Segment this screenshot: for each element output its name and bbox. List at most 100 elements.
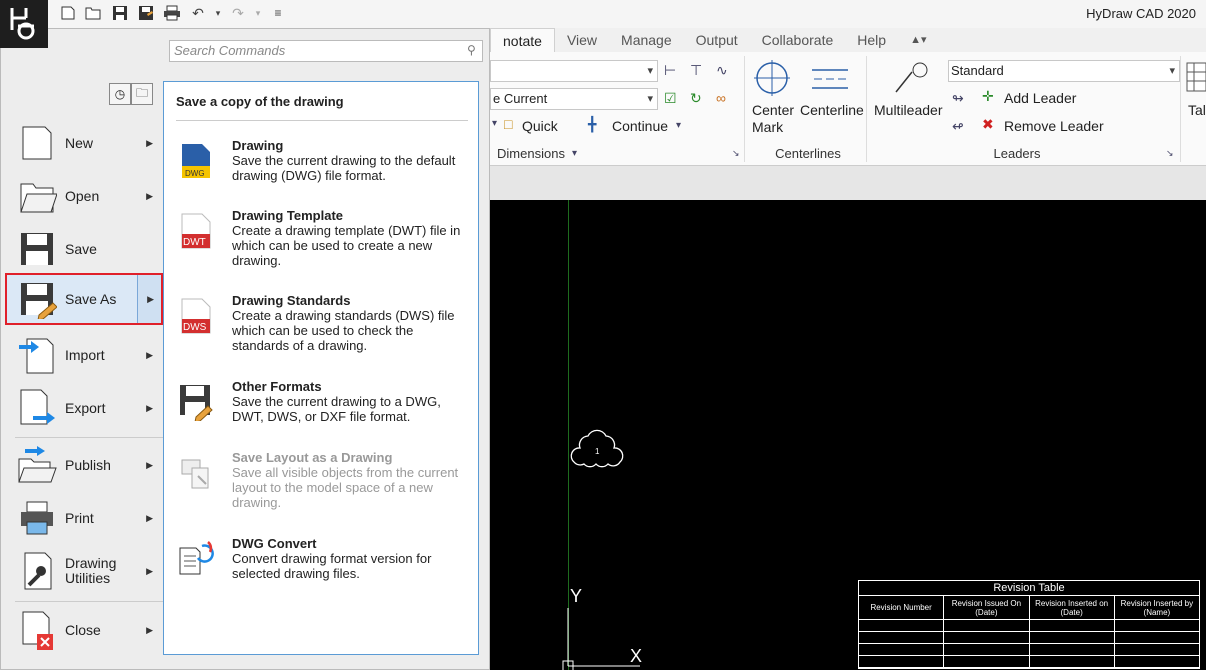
close-document-icon <box>15 608 59 652</box>
leader-style-icon[interactable]: ↬ <box>952 90 964 107</box>
multileader-icon <box>895 62 928 93</box>
dim-jog-icon[interactable]: ∿ <box>716 62 728 79</box>
recent-documents-icon[interactable]: ◷ <box>109 83 131 105</box>
submenu-item-name: DWG Convert <box>232 536 317 551</box>
dim-arrow-icon[interactable]: ▾ <box>492 118 497 129</box>
center-mark-button[interactable]: Center Mark <box>752 102 794 136</box>
menu-item-save[interactable]: Save <box>15 223 163 275</box>
tab-view[interactable]: View <box>555 28 609 52</box>
menu-separator <box>15 601 163 602</box>
submenu-item-name: Save Layout as a Drawing <box>232 450 393 465</box>
tab-output[interactable]: Output <box>684 28 750 52</box>
menu-item-save-as[interactable]: Save As ▶ <box>5 273 163 325</box>
tab-annotate[interactable]: notate <box>490 28 555 52</box>
menu-item-new[interactable]: New ▶ <box>15 117 163 169</box>
menu-item-export[interactable]: Export ▶ <box>15 382 163 434</box>
centerline-button[interactable]: Centerline <box>800 102 864 118</box>
table-button[interactable]: Tal <box>1188 102 1206 118</box>
undo-dropdown-icon[interactable]: ▾ <box>214 3 222 23</box>
table-row <box>859 644 1199 656</box>
menu-item-label: Import <box>65 346 105 363</box>
table-row <box>859 632 1199 644</box>
redo-icon[interactable]: ↷ <box>228 3 248 23</box>
submenu-item-drawing[interactable]: DWG Drawing Save the current drawing to … <box>176 138 470 183</box>
panel-launcher-icon[interactable]: ↘ <box>732 148 740 159</box>
search-icon[interactable]: ⚲ <box>467 43 476 57</box>
save-disk-icon <box>15 227 59 271</box>
menu-item-close[interactable]: Close ▶ <box>15 604 163 656</box>
save-icon[interactable] <box>110 3 130 23</box>
tab-manage[interactable]: Manage <box>609 28 684 52</box>
dim-linear-icon[interactable]: ⊢ <box>664 62 676 79</box>
menu-item-label: Drawing Utilities <box>65 555 117 586</box>
revision-cloud[interactable]: 1 <box>568 420 628 470</box>
leader-style-select[interactable]: Standard <box>948 60 1180 82</box>
add-leader-button[interactable]: Add Leader <box>1004 90 1076 106</box>
multileader-button[interactable]: Multileader <box>874 102 942 118</box>
tab-collaborate[interactable]: Collaborate <box>750 28 846 52</box>
menu-item-drawing-utilities[interactable]: Drawing Utilities ▶ <box>15 545 163 597</box>
tab-help[interactable]: Help <box>845 28 898 52</box>
submenu-item-desc: Save all visible objects from the curren… <box>232 465 459 510</box>
dim-style-select[interactable] <box>490 60 658 82</box>
submenu-item-dwg-convert[interactable]: DWG Convert Convert drawing format versi… <box>176 536 470 581</box>
open-icon[interactable] <box>84 3 104 23</box>
search-commands-input[interactable]: Search Commands <box>169 40 483 62</box>
ribbon-minimize-button[interactable]: ▲▾ <box>898 28 938 52</box>
header-cell: Revision Inserted by (Name) <box>1120 598 1194 617</box>
submenu-item-drawing-template[interactable]: DWT Drawing Template Create a drawing te… <box>176 208 470 268</box>
utilities-wrench-icon <box>15 549 59 593</box>
add-leader-icon: ✛ <box>982 88 994 104</box>
dim-check-icon[interactable]: ☑ <box>664 90 677 107</box>
new-icon[interactable] <box>58 3 78 23</box>
dim-break-icon[interactable]: ⊤ <box>690 62 702 79</box>
menu-item-print[interactable]: Print ▶ <box>15 492 163 544</box>
layer-select[interactable]: e Current <box>490 88 658 110</box>
recent-documents-toggle: ◷ 🗀 <box>109 83 153 105</box>
menu-item-label: Save <box>65 240 97 257</box>
save-as-icon[interactable] <box>136 3 156 23</box>
submenu-arrow-icon: ▶ <box>146 512 153 523</box>
header-cell: Revision Number <box>859 596 945 619</box>
app-title: HyDraw CAD 2020 <box>1086 6 1196 21</box>
application-button[interactable] <box>0 0 48 48</box>
undo-icon[interactable]: ↶ <box>188 3 208 23</box>
menu-item-publish[interactable]: Publish ▶ <box>15 439 163 491</box>
menu-item-import[interactable]: Import ▶ <box>15 329 163 381</box>
dim-update-icon[interactable]: ↻ <box>690 90 702 107</box>
file-tabs-strip <box>490 166 1206 200</box>
save-as-submenu: Save a copy of the drawing DWG Drawing S… <box>163 81 479 655</box>
drawing-canvas[interactable]: 1 Y X Revision Table Revision Number Rev… <box>490 200 1206 670</box>
table-row <box>859 620 1199 632</box>
dwt-file-icon: DWT <box>176 208 216 249</box>
dimensions-panel-dropdown-icon[interactable]: ▾ <box>572 148 577 159</box>
menu-item-label: Close <box>65 621 101 638</box>
publish-icon <box>15 443 59 487</box>
submenu-item-other-formats[interactable]: Other Formats Save the current drawing t… <box>176 379 470 424</box>
continue-dropdown-icon[interactable]: ▾ <box>676 120 681 131</box>
remove-leader-button[interactable]: Remove Leader <box>1004 118 1104 134</box>
save-as-icon <box>15 277 59 321</box>
continue-dim-button[interactable]: Continue <box>612 118 668 134</box>
menu-item-label: Export <box>65 399 106 416</box>
revision-table[interactable]: Revision Table Revision Number Revision … <box>858 580 1200 669</box>
dim-reassociate-icon[interactable]: ∞ <box>716 90 726 106</box>
customize-icon[interactable]: ≡ <box>268 3 288 23</box>
center-mark-icon <box>754 60 790 96</box>
menu-item-open[interactable]: Open ▶ <box>15 170 163 222</box>
align-leader-icon[interactable]: ↫ <box>952 118 964 135</box>
submenu-item-desc: Create a drawing standards (DWS) file wh… <box>232 308 455 353</box>
dimensions-panel-label[interactable]: Dimensions <box>496 146 566 161</box>
open-documents-icon[interactable]: 🗀 <box>131 83 153 105</box>
print-icon[interactable] <box>162 3 182 23</box>
submenu-arrow-icon: ▶ <box>147 293 154 304</box>
submenu-arrow-icon: ▶ <box>146 565 153 576</box>
redo-dropdown-icon[interactable]: ▾ <box>254 3 262 23</box>
panel-launcher-icon[interactable]: ↘ <box>1166 148 1174 159</box>
submenu-item-drawing-standards[interactable]: DWS Drawing Standards Create a drawing s… <box>176 293 470 353</box>
submenu-arrow-icon: ▶ <box>146 624 153 635</box>
application-menu: Search Commands ⚲ ◷ 🗀 New ▶ Open ▶ Save <box>0 28 490 670</box>
submenu-arrow-icon: ▶ <box>146 190 153 201</box>
quick-dim-button[interactable]: Quick <box>522 118 558 134</box>
save-layout-icon <box>176 450 216 490</box>
